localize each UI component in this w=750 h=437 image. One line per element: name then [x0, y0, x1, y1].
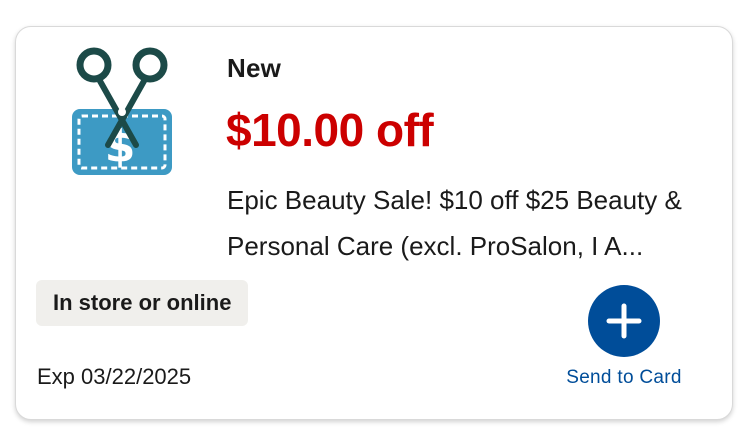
discount-amount: $10.00 off — [226, 104, 434, 156]
new-badge: New — [227, 53, 282, 83]
send-to-card-label[interactable]: Send to Card — [556, 367, 692, 389]
coupon-scissors-icon: $ — [70, 45, 174, 177]
send-to-card-button[interactable] — [588, 285, 660, 357]
expiry-date: Exp 03/22/2025 — [37, 364, 192, 389]
plus-icon — [606, 303, 642, 339]
coupon-card[interactable]: $ New $10.00 off Epic Beauty Sale! $10 o… — [15, 26, 733, 420]
coupon-description: Epic Beauty Sale! $10 off $25 Beauty & P… — [227, 185, 682, 261]
channel-badge: In store or online — [36, 280, 249, 326]
